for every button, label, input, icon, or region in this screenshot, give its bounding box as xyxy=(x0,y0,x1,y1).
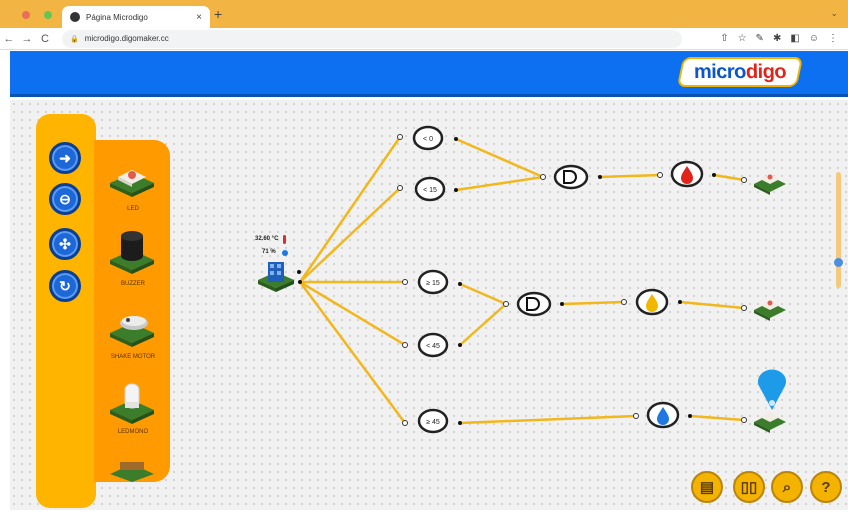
condition-label-1: < 15 xyxy=(423,187,437,194)
red-drop-node[interactable] xyxy=(657,160,717,188)
notes-icon: ▤ xyxy=(699,479,715,496)
output-led-block-2[interactable] xyxy=(741,300,787,321)
wire xyxy=(298,281,407,424)
screen: Página Microdigo × + ⌄ ← → C 🔒 microdigo… xyxy=(0,0,848,515)
humidity-readout: 71 % xyxy=(262,249,276,255)
book-icon: ▯▯ xyxy=(740,479,758,496)
condition-label-0: < 0 xyxy=(423,136,433,143)
output-led-block-1[interactable] xyxy=(741,174,787,195)
wire xyxy=(455,175,544,192)
condition-label-3: < 45 xyxy=(426,343,440,350)
sensor-port[interactable] xyxy=(297,270,301,274)
program-diagram: < 0 < 15 ≥ 15 < 45 ≥ 45 xyxy=(258,125,787,434)
blue-drop-node[interactable] xyxy=(633,401,693,429)
book-button[interactable]: ▯▯ xyxy=(733,471,765,503)
wire xyxy=(459,414,637,425)
temperature-humidity-sensor-block[interactable] xyxy=(258,262,294,292)
logic-gate-node-top[interactable] xyxy=(540,164,603,190)
wire xyxy=(299,187,401,283)
search-button[interactable]: ⌕ xyxy=(771,471,803,503)
yellow-drop-node[interactable] xyxy=(621,288,683,316)
wire xyxy=(561,300,625,306)
zoom-slider-handle[interactable] xyxy=(834,258,843,267)
magnifier-icon: ⌕ xyxy=(782,478,792,496)
zoom-slider-track[interactable] xyxy=(836,172,841,288)
logic-gate-node-middle[interactable] xyxy=(503,291,565,317)
humidity-drop-icon xyxy=(282,250,288,256)
wire xyxy=(713,173,745,182)
temperature-readout: 32.60 °C xyxy=(255,236,279,242)
wire xyxy=(689,414,745,422)
wire xyxy=(298,136,402,283)
wire xyxy=(679,300,745,310)
wire xyxy=(459,303,507,346)
notes-button[interactable]: ▤ xyxy=(691,471,723,503)
condition-label-2: ≥ 15 xyxy=(426,280,440,287)
output-led-block-3[interactable] xyxy=(741,369,787,433)
wire xyxy=(459,282,507,306)
condition-label-4: ≥ 45 xyxy=(426,419,440,426)
wire xyxy=(599,173,661,179)
help-icon: ? xyxy=(821,478,831,496)
sensor-output-port[interactable] xyxy=(298,280,302,284)
thermometer-icon xyxy=(283,235,286,244)
wire xyxy=(299,280,406,347)
help-button[interactable]: ? xyxy=(810,471,842,503)
wire xyxy=(455,137,544,179)
